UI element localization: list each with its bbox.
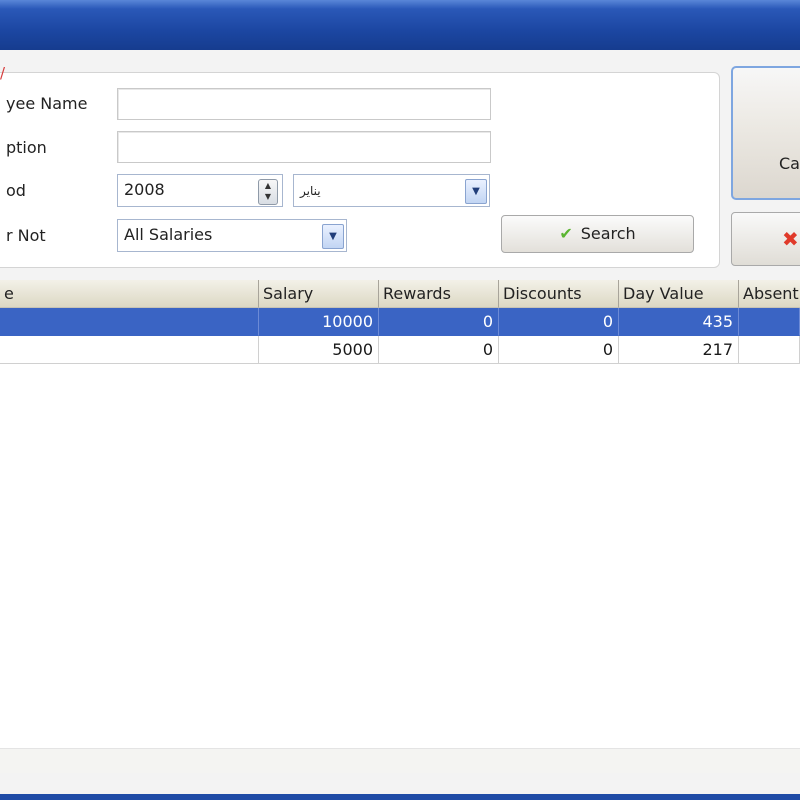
employee-name-label: yee Name — [6, 94, 88, 113]
table-cell[interactable]: 0 — [499, 308, 619, 336]
table-cell[interactable] — [739, 308, 800, 336]
table-cell[interactable]: 435 — [619, 308, 739, 336]
table-cell[interactable] — [0, 336, 259, 364]
close-button[interactable]: ✖ — [731, 212, 800, 266]
column-header-name[interactable]: e — [0, 280, 259, 308]
search-button-label: Search — [580, 224, 636, 243]
close-icon: ✖ — [782, 227, 799, 251]
table-cell[interactable]: 5000 — [259, 336, 379, 364]
column-header-rewards[interactable]: Rewards — [379, 280, 499, 308]
period-label: od — [6, 181, 26, 200]
search-button[interactable]: ✔ Search — [501, 215, 694, 253]
year-spinner[interactable]: 2008 ▲ ▼ — [117, 174, 283, 207]
table-cell[interactable]: 0 — [499, 336, 619, 364]
employee-name-input[interactable] — [117, 88, 491, 120]
not-label: r Not — [6, 226, 46, 245]
chevron-down-icon[interactable]: ▼ — [322, 224, 344, 249]
month-select[interactable]: يناير ▼ — [293, 174, 490, 207]
table-cell[interactable] — [0, 308, 259, 336]
table-cell[interactable] — [739, 336, 800, 364]
window-bottom-border — [0, 794, 800, 800]
salaries-select[interactable]: All Salaries ▼ — [117, 219, 347, 252]
group-caption: / — [0, 64, 6, 82]
check-icon: ✔ — [559, 224, 573, 243]
side-action-button[interactable]: Ca — [731, 66, 800, 200]
description-label: ption — [6, 138, 47, 157]
table-cell[interactable]: 0 — [379, 336, 499, 364]
table-cell[interactable]: 0 — [379, 308, 499, 336]
table-cell[interactable]: 10000 — [259, 308, 379, 336]
column-header-absent[interactable]: Absent — [739, 280, 800, 308]
column-header-day-value[interactable]: Day Value — [619, 280, 739, 308]
window-title-bar[interactable] — [0, 0, 800, 50]
table-cell[interactable]: 217 — [619, 336, 739, 364]
side-action-label: Ca — [779, 154, 800, 173]
column-header-salary[interactable]: Salary — [259, 280, 379, 308]
month-value: يناير — [300, 184, 321, 198]
horizontal-scrollbar[interactable] — [0, 748, 800, 773]
salaries-value: All Salaries — [124, 225, 213, 244]
column-header-discounts[interactable]: Discounts — [499, 280, 619, 308]
description-input[interactable] — [117, 131, 491, 163]
year-value: 2008 — [124, 180, 165, 199]
spin-buttons-icon[interactable]: ▲ ▼ — [258, 179, 278, 205]
chevron-down-icon[interactable]: ▼ — [465, 179, 487, 204]
